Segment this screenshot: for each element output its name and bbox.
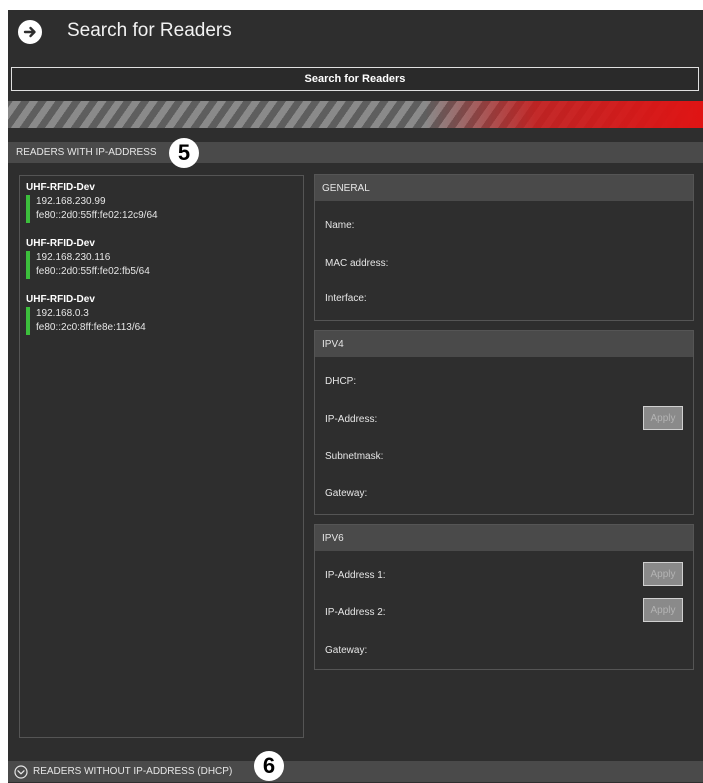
section-label: READERS WITH IP-ADDRESS xyxy=(16,147,157,158)
arrow-right-circle-icon xyxy=(23,26,36,38)
gateway-label: Gateway: xyxy=(325,488,368,499)
apply-ipv4-button[interactable]: Apply xyxy=(643,406,683,430)
back-button[interactable] xyxy=(18,20,42,44)
app-window: Search for Readers Search for Readers RE… xyxy=(8,10,703,783)
section-label: READERS WITHOUT IP-ADDRESS (DHCP) xyxy=(33,766,233,777)
interface-label: Interface: xyxy=(325,293,367,304)
title-bar: Search for Readers xyxy=(8,10,703,56)
reader-list: UHF-RFID-Dev 192.168.230.99 fe80::2d0:55… xyxy=(19,175,304,738)
reader-ipv4: 192.168.230.116 xyxy=(36,252,111,263)
apply-ipv6-1-button[interactable]: Apply xyxy=(643,562,683,586)
panel-header-general: GENERAL xyxy=(315,175,693,201)
reader-ipv6: fe80::2c0:8ff:fe8e:113/64 xyxy=(36,322,146,333)
progress-fill xyxy=(425,101,703,128)
list-item[interactable]: UHF-RFID-Dev 192.168.230.99 fe80::2d0:55… xyxy=(26,182,158,223)
chevron-down-circle-icon xyxy=(14,764,28,779)
section-readers-with-ip[interactable]: READERS WITH IP-ADDRESS xyxy=(8,142,703,163)
reader-ipv6: fe80::2d0:55ff:fe02:12c9/64 xyxy=(36,210,158,221)
reader-ipv4: 192.168.230.99 xyxy=(36,196,106,207)
apply-ipv6-2-button[interactable]: Apply xyxy=(643,598,683,622)
general-panel: GENERAL Name: MAC address: Interface: xyxy=(314,174,694,321)
section-readers-without-ip[interactable]: READERS WITHOUT IP-ADDRESS (DHCP) xyxy=(8,761,703,782)
ip-address-2-label: IP-Address 2: xyxy=(325,607,386,618)
reader-addresses: 192.168.230.99 fe80::2d0:55ff:fe02:12c9/… xyxy=(26,195,158,223)
reader-ipv6: fe80::2d0:55ff:fe02:fb5/64 xyxy=(36,266,150,277)
callout-6: 6 xyxy=(254,751,284,781)
panel-header-ipv6: IPV6 xyxy=(315,525,693,551)
dhcp-label: DHCP: xyxy=(325,376,357,387)
reader-name: UHF-RFID-Dev xyxy=(26,294,95,305)
ipv4-panel: IPV4 DHCP: IP-Address: Apply Subnetmask:… xyxy=(314,330,694,515)
search-progress-bar xyxy=(8,101,703,128)
panel-header-ipv4: IPV4 xyxy=(315,331,693,357)
ip-address-1-label: IP-Address 1: xyxy=(325,570,386,581)
list-item[interactable]: UHF-RFID-Dev 192.168.230.116 fe80::2d0:5… xyxy=(26,238,150,279)
reader-addresses: 192.168.0.3 fe80::2c0:8ff:fe8e:113/64 xyxy=(26,307,146,335)
list-item[interactable]: UHF-RFID-Dev 192.168.0.3 fe80::2c0:8ff:f… xyxy=(26,294,146,335)
page-title: Search for Readers xyxy=(67,20,232,41)
mac-address-label: MAC address: xyxy=(325,258,389,269)
reader-ipv4: 192.168.0.3 xyxy=(36,308,89,319)
reader-name: UHF-RFID-Dev xyxy=(26,182,95,193)
search-readers-button[interactable]: Search for Readers xyxy=(11,67,699,91)
ipv6-gateway-label: Gateway: xyxy=(325,645,368,656)
callout-5: 5 xyxy=(169,138,199,168)
reader-name: UHF-RFID-Dev xyxy=(26,238,95,249)
reader-addresses: 192.168.230.116 fe80::2d0:55ff:fe02:fb5/… xyxy=(26,251,150,279)
ipv6-panel: IPV6 IP-Address 1: Apply IP-Address 2: A… xyxy=(314,524,694,670)
ip-address-label: IP-Address: xyxy=(325,414,378,425)
name-label: Name: xyxy=(325,220,355,231)
subnetmask-label: Subnetmask: xyxy=(325,451,384,462)
